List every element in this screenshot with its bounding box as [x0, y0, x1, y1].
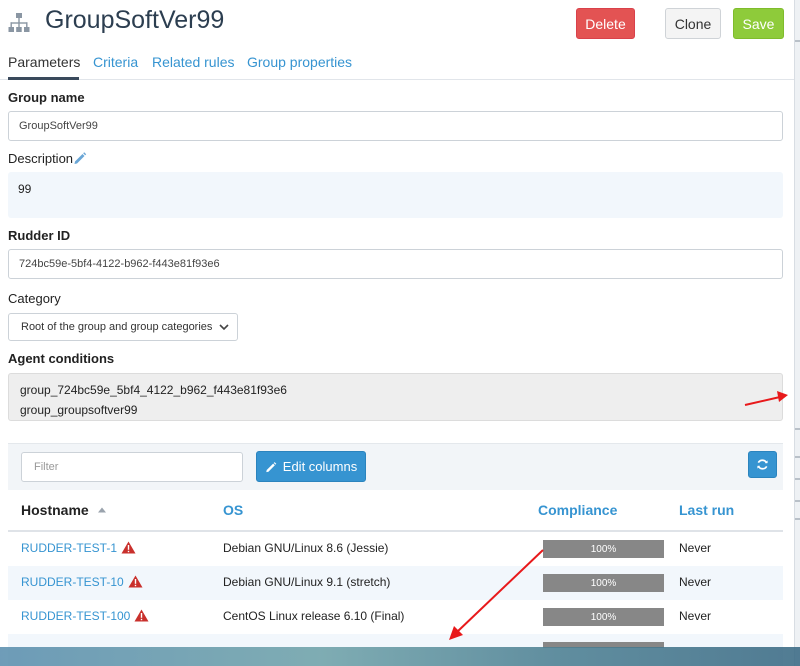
- rudder-id-field[interactable]: 724bc59e-5bf4-4122-b962-f443e81f93e6: [8, 249, 783, 279]
- compliance-bar-partial: [543, 642, 664, 648]
- pencil-icon[interactable]: [73, 151, 87, 165]
- page-title: GroupSoftVer99: [45, 6, 225, 34]
- last-run-cell: Never: [679, 609, 712, 623]
- tab-related-rules[interactable]: Related rules: [152, 54, 235, 70]
- compliance-bar[interactable]: 100%: [543, 608, 664, 626]
- nodes-table-panel: Filter Edit columns Hostname OS Complian…: [8, 443, 783, 666]
- tab-group-properties[interactable]: Group properties: [247, 54, 352, 70]
- group-details-page: GroupSoftVer99 Delete Clone Save Paramet…: [0, 0, 794, 666]
- adjacent-window-edge: [794, 0, 800, 666]
- os-cell: CentOS Linux release 6.10 (Final): [223, 609, 405, 623]
- delete-button[interactable]: Delete: [576, 8, 635, 39]
- sort-asc-icon: [97, 507, 106, 513]
- tab-parameters[interactable]: Parameters: [8, 54, 80, 70]
- org-chart-icon: [8, 13, 30, 32]
- description-field[interactable]: 99: [8, 172, 783, 218]
- hostname-cell[interactable]: RUDDER-TEST-100: [21, 609, 149, 623]
- description-label: Description: [8, 151, 74, 166]
- last-run-cell: Never: [679, 575, 712, 589]
- table-toolbar: Filter Edit columns: [8, 444, 783, 490]
- column-header-last-run[interactable]: Last run: [679, 502, 734, 518]
- category-selected-value: Root of the group and group categories: [21, 321, 213, 333]
- warning-icon: [128, 575, 143, 588]
- warning-icon: [121, 541, 136, 554]
- hostname-cell[interactable]: RUDDER-TEST-10: [21, 575, 143, 589]
- active-tab-indicator: [8, 77, 79, 80]
- category-select[interactable]: Root of the group and group categories: [8, 313, 238, 341]
- os-cell: Debian GNU/Linux 8.6 (Jessie): [223, 541, 389, 555]
- agent-conditions-label: Agent conditions: [8, 351, 115, 366]
- table-row[interactable]: RUDDER-TEST-1 Debian GNU/Linux 8.6 (Jess…: [8, 532, 783, 566]
- table-row-partial[interactable]: [8, 634, 783, 666]
- compliance-bar[interactable]: 100%: [543, 574, 664, 592]
- os-cell: Debian GNU/Linux 9.1 (stretch): [223, 575, 391, 589]
- save-button[interactable]: Save: [733, 8, 784, 39]
- page-header: GroupSoftVer99 Delete Clone Save: [0, 0, 794, 48]
- table-row[interactable]: RUDDER-TEST-100 CentOS Linux release 6.1…: [8, 600, 783, 634]
- filter-input[interactable]: Filter: [21, 452, 243, 482]
- agent-condition: group_groupsoftver99: [20, 403, 138, 417]
- hostname-cell[interactable]: RUDDER-TEST-1: [21, 541, 136, 555]
- column-header-compliance[interactable]: Compliance: [538, 502, 617, 518]
- edit-columns-label: Edit columns: [282, 459, 358, 474]
- tab-criteria[interactable]: Criteria: [93, 54, 138, 70]
- edit-icon: [266, 461, 277, 472]
- edit-columns-button[interactable]: Edit columns: [256, 451, 366, 482]
- chevron-down-icon: [219, 324, 229, 331]
- group-name-input[interactable]: GroupSoftVer99: [8, 111, 783, 141]
- tab-bar: Parameters Criteria Related rules Group …: [0, 49, 794, 80]
- last-run-cell: Never: [679, 541, 712, 555]
- compliance-bar[interactable]: 100%: [543, 540, 664, 558]
- rudder-id-label: Rudder ID: [8, 228, 71, 243]
- warning-icon: [134, 609, 149, 622]
- agent-conditions-box: group_724bc59e_5bf4_4122_b962_f443e81f93…: [8, 373, 783, 421]
- table-row[interactable]: RUDDER-TEST-10 Debian GNU/Linux 9.1 (str…: [8, 566, 783, 600]
- agent-condition: group_724bc59e_5bf4_4122_b962_f443e81f93…: [20, 383, 287, 397]
- refresh-icon: [757, 459, 768, 470]
- column-header-hostname[interactable]: Hostname: [21, 502, 107, 518]
- column-header-os[interactable]: OS: [223, 502, 243, 518]
- category-label: Category: [8, 291, 61, 306]
- group-name-label: Group name: [8, 90, 85, 105]
- refresh-button[interactable]: [748, 451, 777, 478]
- clone-button[interactable]: Clone: [665, 8, 721, 39]
